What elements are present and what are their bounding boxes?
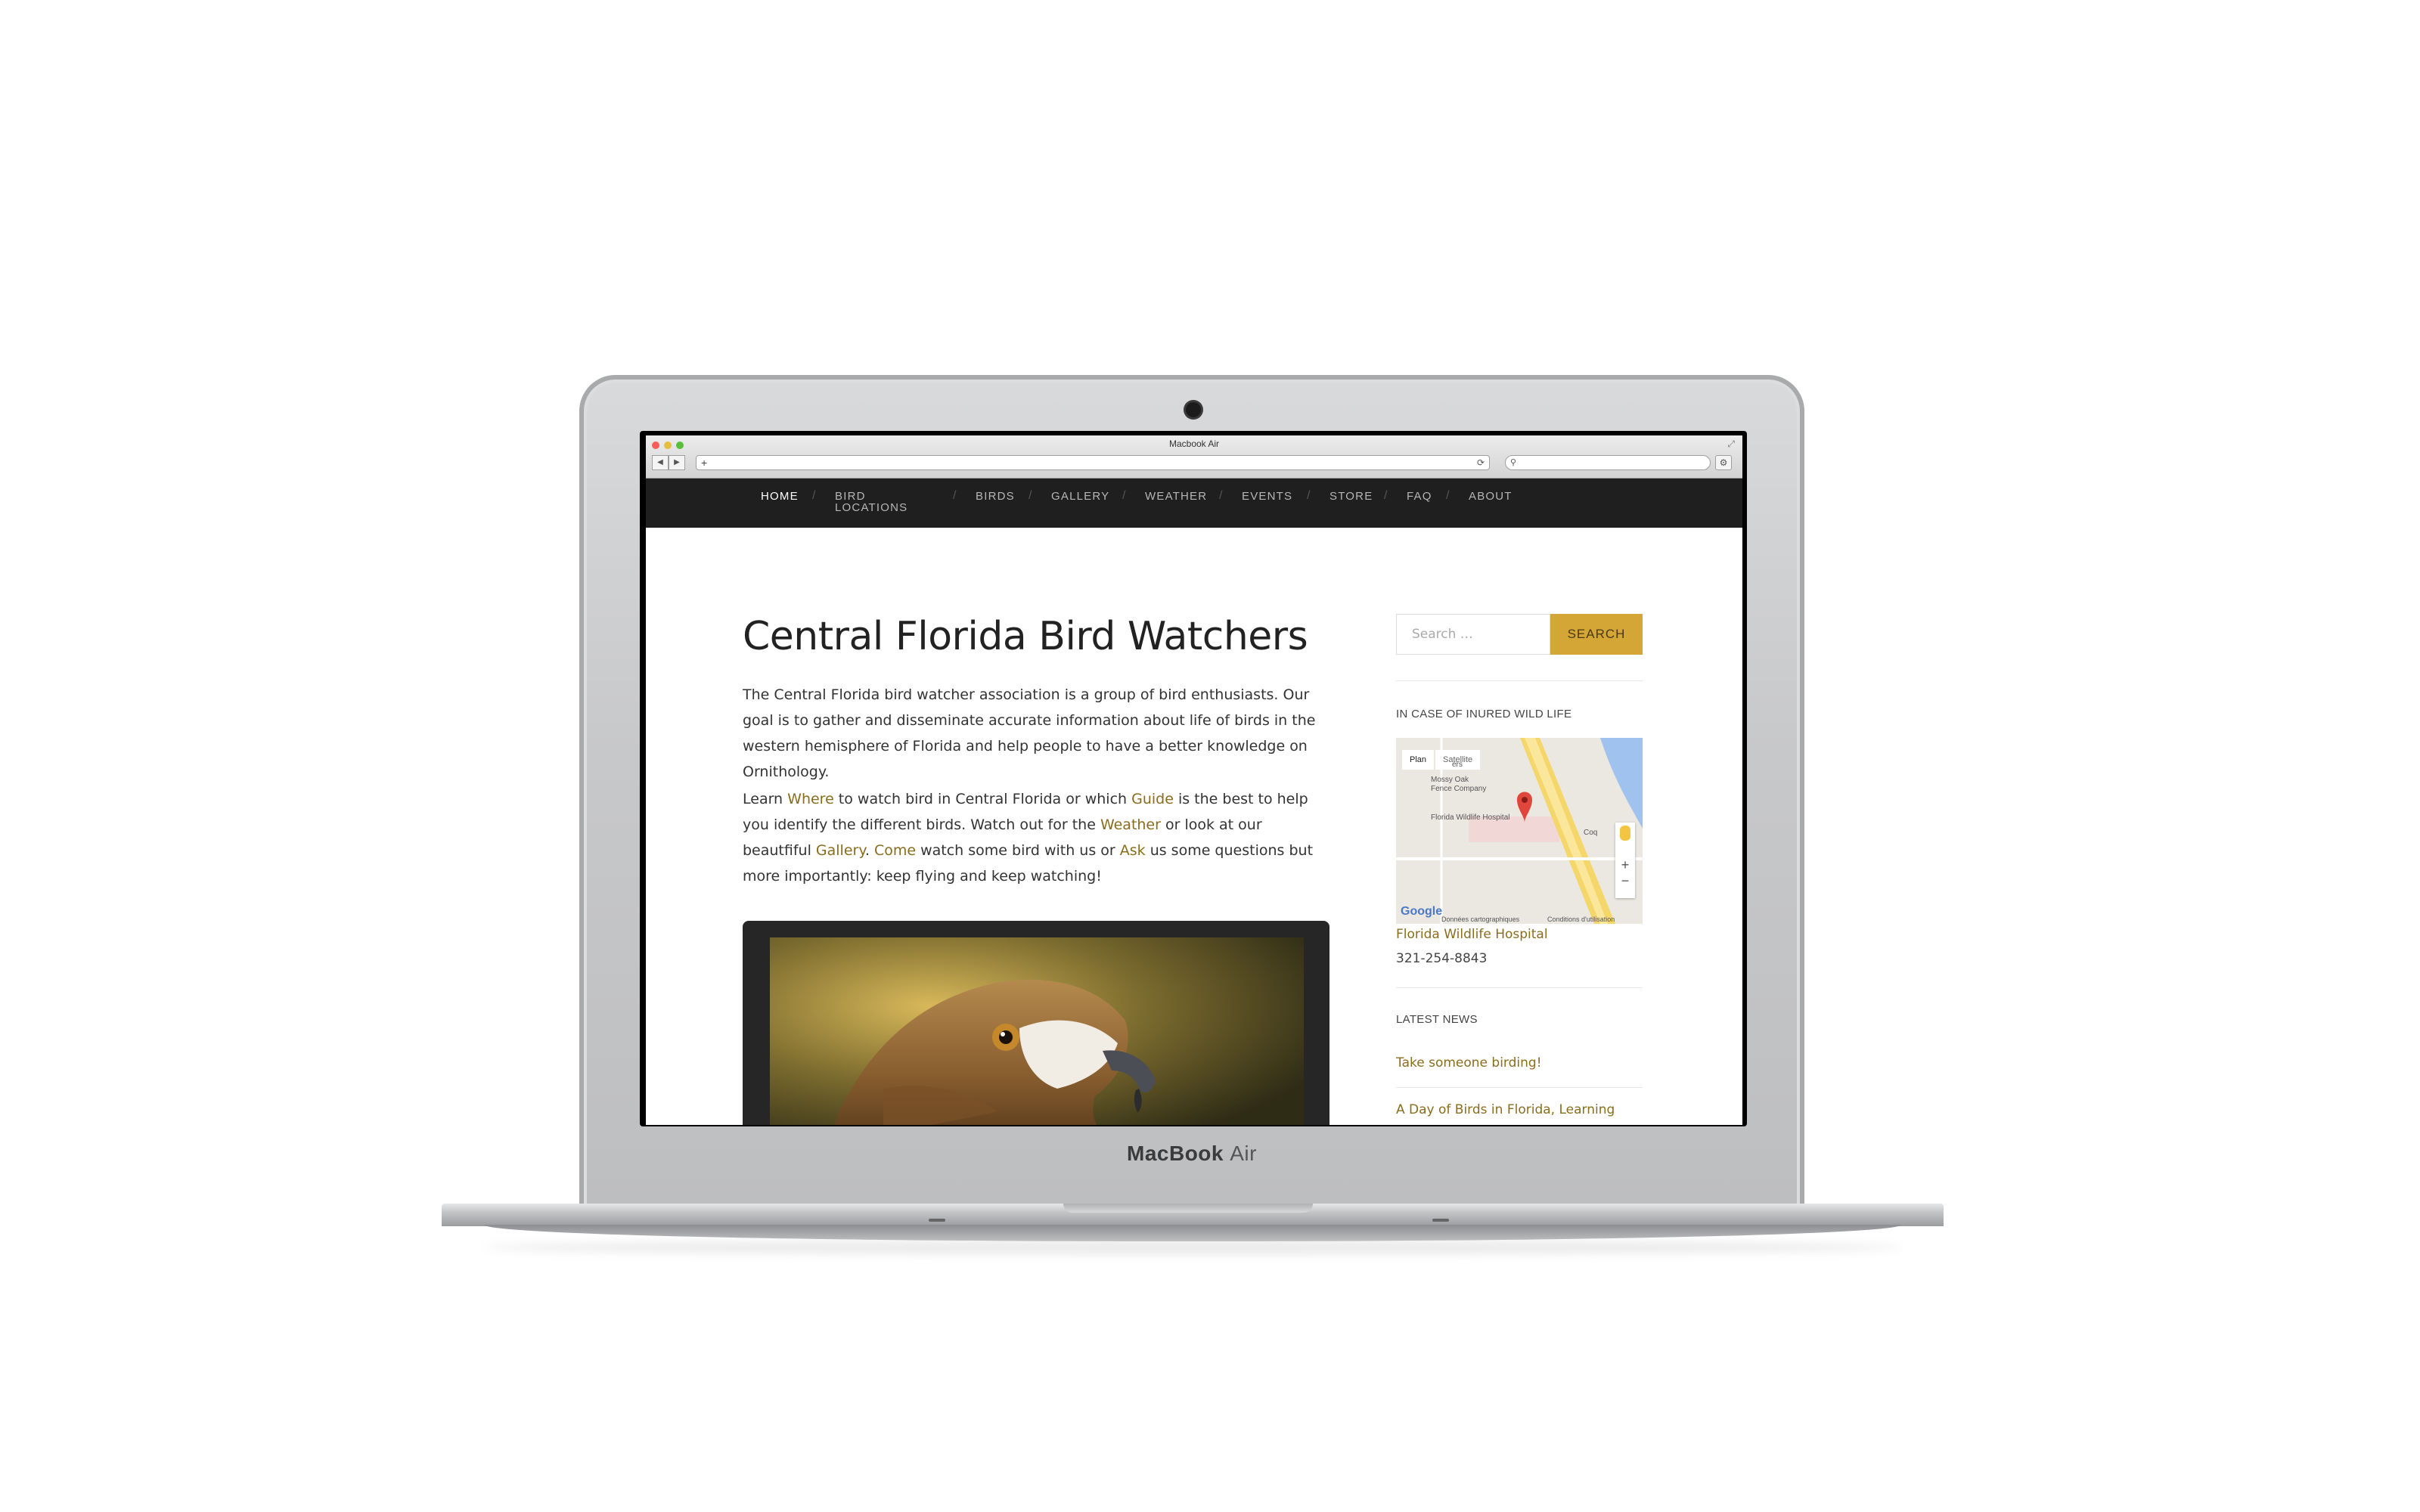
forward-button[interactable]: ▶ xyxy=(669,455,685,470)
camera-icon xyxy=(1186,402,1201,417)
reload-icon[interactable]: ⟳ xyxy=(1477,456,1485,469)
guide-link[interactable]: Guide xyxy=(1131,791,1174,807)
site-navigation: HOME / BIRD LOCATIONS / BIRDS / GALLERY … xyxy=(646,479,1742,528)
laptop-brand: MacBook Air xyxy=(1086,1142,1298,1166)
map-label-mossy-oak: Mossy Oak Fence Company xyxy=(1431,776,1487,793)
map-data-credit[interactable]: Données cartographiques xyxy=(1441,915,1519,924)
browser-search-field[interactable]: ⚲ xyxy=(1505,455,1711,470)
search-input[interactable]: Search … xyxy=(1396,614,1550,655)
nav-about[interactable]: ABOUT xyxy=(1469,491,1552,502)
nav-separator: / xyxy=(1028,489,1032,502)
nav-separator: / xyxy=(1307,489,1311,502)
laptop-foot xyxy=(1432,1219,1449,1222)
pegman-icon[interactable] xyxy=(1620,826,1630,841)
page-title: Central Florida Bird Watchers xyxy=(743,614,1308,659)
laptop-notch xyxy=(1063,1204,1313,1213)
paragraph-text: to watch bird in Central Florida or whic… xyxy=(833,791,1132,807)
paragraph-text: Learn xyxy=(743,791,788,807)
fullscreen-icon[interactable]: ⤢ xyxy=(1727,438,1735,450)
nav-bird-locations[interactable]: BIRD LOCATIONS xyxy=(835,491,918,513)
gallery-link[interactable]: Gallery xyxy=(816,842,865,859)
paragraph-text: watch some bird with us or xyxy=(916,842,1120,859)
nav-separator: / xyxy=(1384,489,1388,502)
sidebar-divider xyxy=(1396,987,1643,988)
browser-window: Macbook Air ⤢ ◀ ▶ + ⟳ ⚲ ⚙ HOME / BIRD LO… xyxy=(646,435,1742,1125)
nav-separator: / xyxy=(1122,489,1126,502)
map-zoom-control[interactable]: + − xyxy=(1615,823,1635,898)
new-tab-icon[interactable]: + xyxy=(701,456,707,469)
nav-separator: / xyxy=(812,489,816,502)
map-label-hospital: Florida Wildlife Hospital xyxy=(1431,813,1510,822)
nav-events[interactable]: EVENTS xyxy=(1242,491,1325,502)
hospital-phone: 321-254-8843 xyxy=(1396,951,1488,966)
nav-separator: / xyxy=(1219,489,1223,502)
back-button[interactable]: ◀ xyxy=(652,455,669,470)
news-divider xyxy=(1396,1087,1643,1088)
nav-home[interactable]: HOME xyxy=(761,491,844,502)
search-button[interactable]: SEARCH xyxy=(1550,614,1643,655)
nav-birds[interactable]: BIRDS xyxy=(976,491,1059,502)
nav-weather[interactable]: WEATHER xyxy=(1145,491,1228,502)
intro-paragraph: The Central Florida bird watcher associa… xyxy=(743,686,1316,780)
come-link[interactable]: Come xyxy=(874,842,916,859)
search-icon: ⚲ xyxy=(1510,458,1517,467)
brand-model: Air xyxy=(1230,1142,1257,1165)
ask-link[interactable]: Ask xyxy=(1120,842,1146,859)
where-link[interactable]: Where xyxy=(787,791,834,807)
nav-store[interactable]: STORE xyxy=(1329,491,1413,502)
map-label-road: Coq xyxy=(1584,829,1598,837)
laptop-shadow xyxy=(484,1240,1901,1255)
weather-link[interactable]: Weather xyxy=(1100,816,1161,833)
hospital-link[interactable]: Florida Wildlife Hospital xyxy=(1396,927,1548,942)
settings-icon[interactable]: ⚙ xyxy=(1715,455,1732,470)
nav-separator: / xyxy=(953,489,957,502)
latest-news-title: LATEST NEWS xyxy=(1396,1013,1478,1026)
laptop-foot xyxy=(929,1219,945,1222)
address-bar[interactable]: + ⟳ xyxy=(696,455,1490,470)
nav-separator: / xyxy=(1446,489,1450,502)
map-widget[interactable]: Plan Satellite ers Mossy Oak Fence Compa… xyxy=(1396,738,1643,924)
brand-name: MacBook xyxy=(1127,1142,1224,1165)
news-item[interactable]: A Day of Birds in Florida, Learning xyxy=(1396,1102,1615,1117)
zoom-in-button[interactable]: + xyxy=(1615,857,1635,873)
injured-wildlife-title: IN CASE OF INURED WILD LIFE xyxy=(1396,708,1572,720)
browser-toolbar: Macbook Air ⤢ ◀ ▶ + ⟳ ⚲ ⚙ xyxy=(646,435,1742,479)
news-item[interactable]: Take someone birding! xyxy=(1396,1055,1542,1070)
paragraph-text: . xyxy=(864,842,874,859)
map-label: ers xyxy=(1452,761,1463,769)
map-plan-tab[interactable]: Plan xyxy=(1402,750,1435,770)
sidebar-divider xyxy=(1396,680,1643,681)
google-logo: Google xyxy=(1401,905,1443,918)
zoom-out-button[interactable]: − xyxy=(1615,873,1635,889)
links-paragraph: Learn Where to watch bird in Central Flo… xyxy=(743,786,1317,889)
window-title: Macbook Air xyxy=(1168,438,1220,449)
hawk-illustration xyxy=(770,937,1304,1125)
hawk-photo xyxy=(770,937,1304,1125)
map-terms-link[interactable]: Conditions d'utilisation xyxy=(1547,915,1615,924)
laptop-base-bottom xyxy=(484,1225,1901,1241)
